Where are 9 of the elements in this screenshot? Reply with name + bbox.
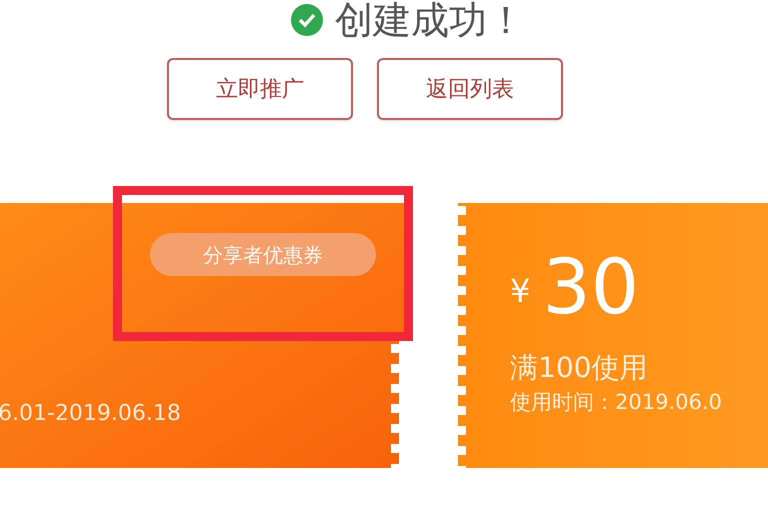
validity-text: 使用时间：2019.06.0	[510, 389, 723, 416]
action-button[interactable]: 返回列表	[377, 58, 563, 120]
currency-symbol: ¥	[510, 271, 530, 312]
coupon-condition: 满100使用	[510, 351, 648, 385]
coupon-amount: 30	[542, 247, 640, 327]
check-icon	[291, 4, 323, 36]
success-title: 创建成功！	[335, 0, 525, 44]
coupon-tag: 分享者优惠券	[150, 233, 376, 276]
action-button[interactable]: 立即推广	[167, 58, 353, 120]
